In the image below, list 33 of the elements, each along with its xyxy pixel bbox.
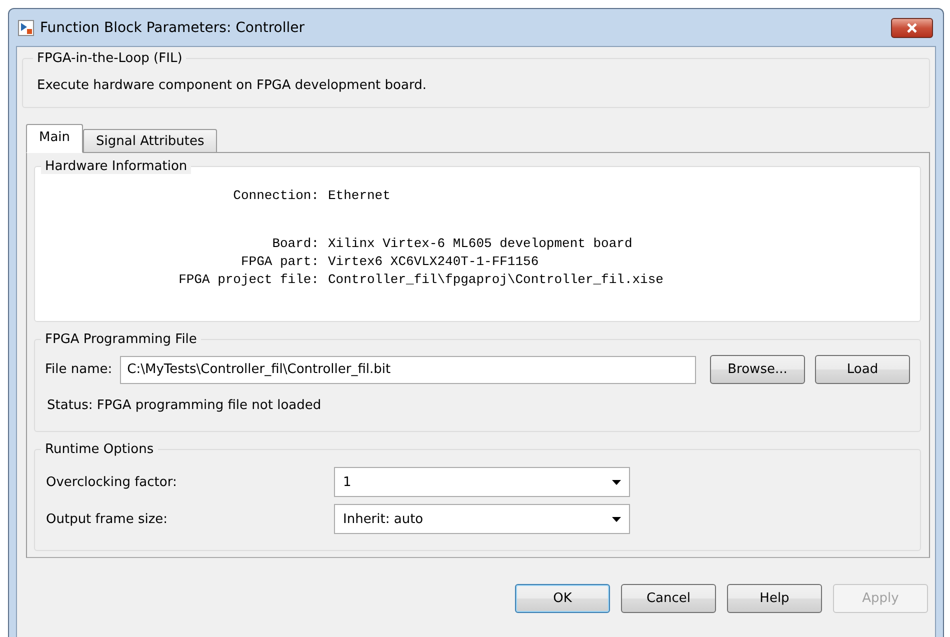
group-title: Hardware Information — [41, 159, 192, 174]
option-dropdown[interactable]: Inherit: auto — [334, 504, 630, 534]
info-value: Ethernet — [328, 188, 392, 203]
tab[interactable]: Signal Attributes — [83, 129, 218, 153]
window-title: Function Block Parameters: Controller — [40, 20, 306, 36]
group-title: FPGA-in-the-Loop (FIL) — [36, 51, 184, 66]
info-value: Xilinx Virtex-6 ML605 development board — [328, 236, 634, 251]
info-label: FPGA project file: — [178, 272, 319, 287]
dropdown-arrow-icon — [612, 516, 621, 522]
dropdown-arrow-icon — [612, 480, 621, 484]
group-title: FPGA Programming File — [44, 332, 198, 347]
block-icon — [18, 20, 34, 36]
file-name-field[interactable]: C:\MyTests\Controller_fil\Controller_fil.bit — [120, 356, 696, 384]
file-action-button[interactable]: Browse... — [710, 355, 805, 384]
tab[interactable]: Main — [26, 124, 84, 153]
status-text: Status: FPGA programming file not loaded — [46, 397, 322, 415]
file-action-button[interactable]: Load — [815, 355, 910, 384]
info-label: FPGA part: — [240, 254, 319, 269]
dialog-button[interactable]: OK — [515, 584, 610, 613]
dialog-button[interactable]: Help — [727, 584, 822, 613]
info-label: Connection: — [232, 188, 319, 203]
description-text: Execute hardware component on FPGA development board. — [37, 77, 428, 95]
close-button[interactable] — [891, 18, 933, 38]
option-dropdown[interactable]: 1 — [334, 467, 630, 497]
option-label: Output frame size: — [46, 512, 169, 526]
dialog-button[interactable]: Cancel — [621, 584, 716, 613]
option-label: Overclocking factor: — [46, 474, 178, 490]
info-value: Virtex6 XC6VLX240T-1-FF1156 — [328, 254, 540, 269]
group-title: Runtime Options — [44, 442, 155, 457]
close-icon — [907, 22, 917, 32]
info-value: Controller_fil\fpgaproj\Controller_fil.xise — [328, 272, 664, 287]
field-label: File name: — [45, 362, 112, 377]
info-label: Board: — [271, 236, 319, 251]
